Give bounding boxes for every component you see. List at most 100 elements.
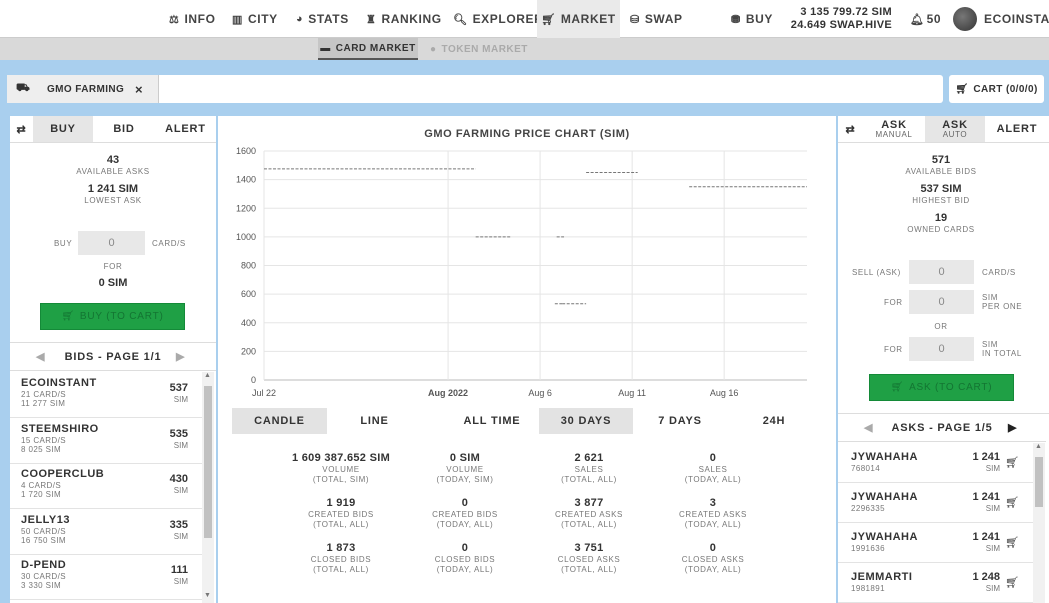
bid-total: 8 025 SIM	[21, 444, 62, 454]
ask-row[interactable]: JYWAHAHA 2296335 1 241 SIM 🛒︎	[838, 483, 1033, 523]
stat-sublabel: (TODAY, ALL)	[684, 520, 742, 529]
bid-cards: 50 CARD/S	[21, 526, 66, 536]
tab-token-market[interactable]: ● TOKEN MARKET	[430, 38, 528, 60]
add-to-cart-icon[interactable]: 🛒︎	[1005, 576, 1019, 589]
add-to-cart-icon[interactable]: 🛒︎	[1005, 456, 1019, 469]
chart-series	[264, 168, 807, 305]
buy-label: BUY	[54, 239, 73, 248]
nav-stats[interactable]: ◕ STATS	[296, 0, 349, 38]
chart-type-line[interactable]: LINE	[327, 408, 422, 434]
bids-scrollbar[interactable]: ▲ ▼	[202, 372, 214, 603]
chart-stat: 3 877 CREATED ASKS (TOTAL, ALL)	[524, 497, 654, 530]
bid-cards: 4 CARD/S	[21, 481, 62, 490]
ask-row[interactable]: JYWAHAHA 1991636 1 241 SIM 🛒︎	[838, 523, 1033, 563]
stat-sublabel: (TOTAL, ALL)	[313, 565, 369, 574]
add-to-cart-icon[interactable]: 🛒︎	[1005, 536, 1019, 549]
search-input[interactable]	[160, 75, 940, 103]
prev-page-icon[interactable]: ◀	[864, 421, 873, 434]
notifications[interactable]: 🔔︎ 50	[910, 0, 941, 38]
nav-swap[interactable]: ⛁ SWAP	[630, 0, 683, 38]
stat-sublabel: (TODAY, ALL)	[684, 565, 742, 574]
bid-price: 335	[169, 518, 188, 531]
for-label: FOR	[103, 262, 123, 271]
range-30-days[interactable]: 30 DAYS	[539, 408, 633, 434]
tab-alert[interactable]: ALERT	[155, 116, 216, 142]
cart-icon: 🛒︎	[955, 83, 969, 95]
bid-unit: SIM	[173, 577, 188, 586]
chart-stat: 1 609 387.652 SIM VOLUME (TOTAL, SIM)	[276, 452, 406, 485]
next-page-icon[interactable]: ▶	[176, 350, 185, 363]
scale-icon: ⚖	[169, 13, 180, 26]
tab-alert[interactable]: ALERT	[985, 116, 1049, 142]
asks-scrollbar[interactable]: ▲	[1033, 443, 1045, 603]
tab-buy[interactable]: BUY	[33, 116, 93, 142]
username[interactable]: ECOINSTAN	[984, 0, 1049, 38]
scroll-up-icon[interactable]: ▲	[204, 372, 211, 379]
range-7-days[interactable]: 7 DAYS	[633, 408, 727, 434]
stat-label: CLOSED BIDS	[434, 555, 496, 564]
cart-icon: 🛒︎	[541, 13, 556, 26]
bid-unit: SIM	[173, 531, 188, 541]
tab-ask-manual[interactable]: ASK MANUAL	[863, 116, 925, 142]
avatar[interactable]	[953, 7, 977, 31]
x-tick-label: Aug 11	[618, 388, 646, 398]
bid-row[interactable]: JELLY13 50 CARD/S 16 750 SIM 335 SIM	[10, 509, 202, 555]
ask-unit: SIM	[985, 544, 1000, 553]
ask-row[interactable]: JEMMARTI 1981891 1 248 SIM 🛒︎	[838, 563, 1033, 603]
ask-row[interactable]: JYWAHAHA 768014 1 241 SIM 🛒︎	[838, 443, 1033, 483]
bid-cards: 21 CARD/S	[21, 390, 66, 399]
bid-row[interactable]: STEEMSHIRO 15 CARD/S 8 025 SIM 535 SIM	[10, 418, 202, 464]
next-page-icon[interactable]: ▶	[1008, 421, 1017, 434]
tab-ask-auto[interactable]: ASK AUTO	[925, 116, 985, 142]
x-axis-ticks: Jul 22 Aug 2022 Aug 6 Aug 11 Aug 16	[252, 388, 738, 398]
bid-row[interactable]: ECOINSTANT 21 CARD/S 11 277 SIM 537 SIM	[10, 372, 202, 418]
price-per-one-input[interactable]: 0	[909, 290, 974, 314]
clear-filter-button[interactable]: ×	[135, 82, 143, 97]
range-all-time[interactable]: ALL TIME	[445, 408, 539, 434]
asks-scrollbar-thumb[interactable]	[1035, 457, 1043, 507]
card-switch-icon[interactable]: ⇄	[838, 116, 863, 142]
range-24h[interactable]: 24H	[727, 408, 821, 434]
ask-price: 1 248	[972, 571, 1000, 583]
ask-to-cart-button[interactable]: 🛒︎ ASK (TO CART)	[869, 374, 1014, 401]
nav-market[interactable]: 🛒︎ MARKET	[537, 0, 620, 38]
scroll-down-icon[interactable]: ▼	[204, 592, 211, 599]
stat-sublabel: (TODAY, ALL)	[436, 520, 494, 529]
chart-stat: 1 873 CLOSED BIDS (TOTAL, ALL)	[276, 542, 406, 575]
stat-sublabel: (TODAY, SIM)	[436, 475, 494, 484]
chart-stat: 3 CREATED ASKS (TODAY, ALL)	[648, 497, 778, 530]
chart-type-candle[interactable]: CANDLE	[232, 408, 327, 434]
nav-city[interactable]: ▥ CITY	[232, 0, 278, 38]
x-tick-label: Jul 22	[252, 388, 276, 398]
buy-quantity-input[interactable]: 0	[78, 231, 145, 255]
cart-button[interactable]: 🛒︎ CART (0/0/0)	[949, 75, 1044, 103]
add-to-cart-icon[interactable]: 🛒︎	[1005, 496, 1019, 509]
nav-explorer[interactable]: 🔍︎ EXPLORER	[453, 0, 543, 38]
sell-quantity-input[interactable]: 0	[909, 260, 974, 284]
balance: 3 135 799.72 SIM 24.649 SWAP.HIVE	[782, 6, 892, 32]
tab-bid[interactable]: BID	[93, 116, 155, 142]
y-tick-label: 600	[241, 289, 256, 299]
nav-ranking[interactable]: ♜ RANKING	[366, 0, 442, 38]
city-icon: ▥	[232, 13, 243, 26]
bid-unit: SIM	[173, 486, 188, 495]
y-tick-label: 0	[251, 375, 256, 385]
bid-row[interactable]: COOPERCLUB 4 CARD/S 1 720 SIM 430 SIM	[10, 463, 202, 509]
price-total-input[interactable]: 0	[909, 337, 974, 361]
bids-pager: ◀ BIDS - PAGE 1/1 ▶	[10, 343, 216, 371]
y-tick-label: 800	[241, 261, 256, 271]
nav-info[interactable]: ⚖ INFO	[169, 0, 216, 38]
stat-value: 3 751	[574, 542, 604, 554]
scroll-up-icon[interactable]: ▲	[1035, 443, 1042, 450]
tab-card-market[interactable]: ▬ CARD MARKET	[318, 38, 418, 60]
bell-icon: 🔔︎	[910, 13, 925, 26]
stat-sublabel: (TODAY, ALL)	[684, 475, 742, 484]
buy-button[interactable]: ⛃ BUY	[731, 0, 773, 38]
for-label: FOR	[884, 345, 903, 354]
prev-page-icon[interactable]: ◀	[36, 350, 45, 363]
card-switch-icon[interactable]: ⇄	[10, 116, 33, 142]
buy-to-cart-button[interactable]: 🛒︎ BUY (TO CART)	[40, 303, 185, 330]
bid-row[interactable]: D-PEND 30 CARD/S 3 330 SIM 111 SIM	[10, 554, 202, 600]
sell-panel: ⇄ ASK MANUAL ASK AUTO ALERT 571 AVAILABLE …	[838, 116, 1049, 603]
bids-scrollbar-thumb[interactable]	[204, 386, 212, 538]
